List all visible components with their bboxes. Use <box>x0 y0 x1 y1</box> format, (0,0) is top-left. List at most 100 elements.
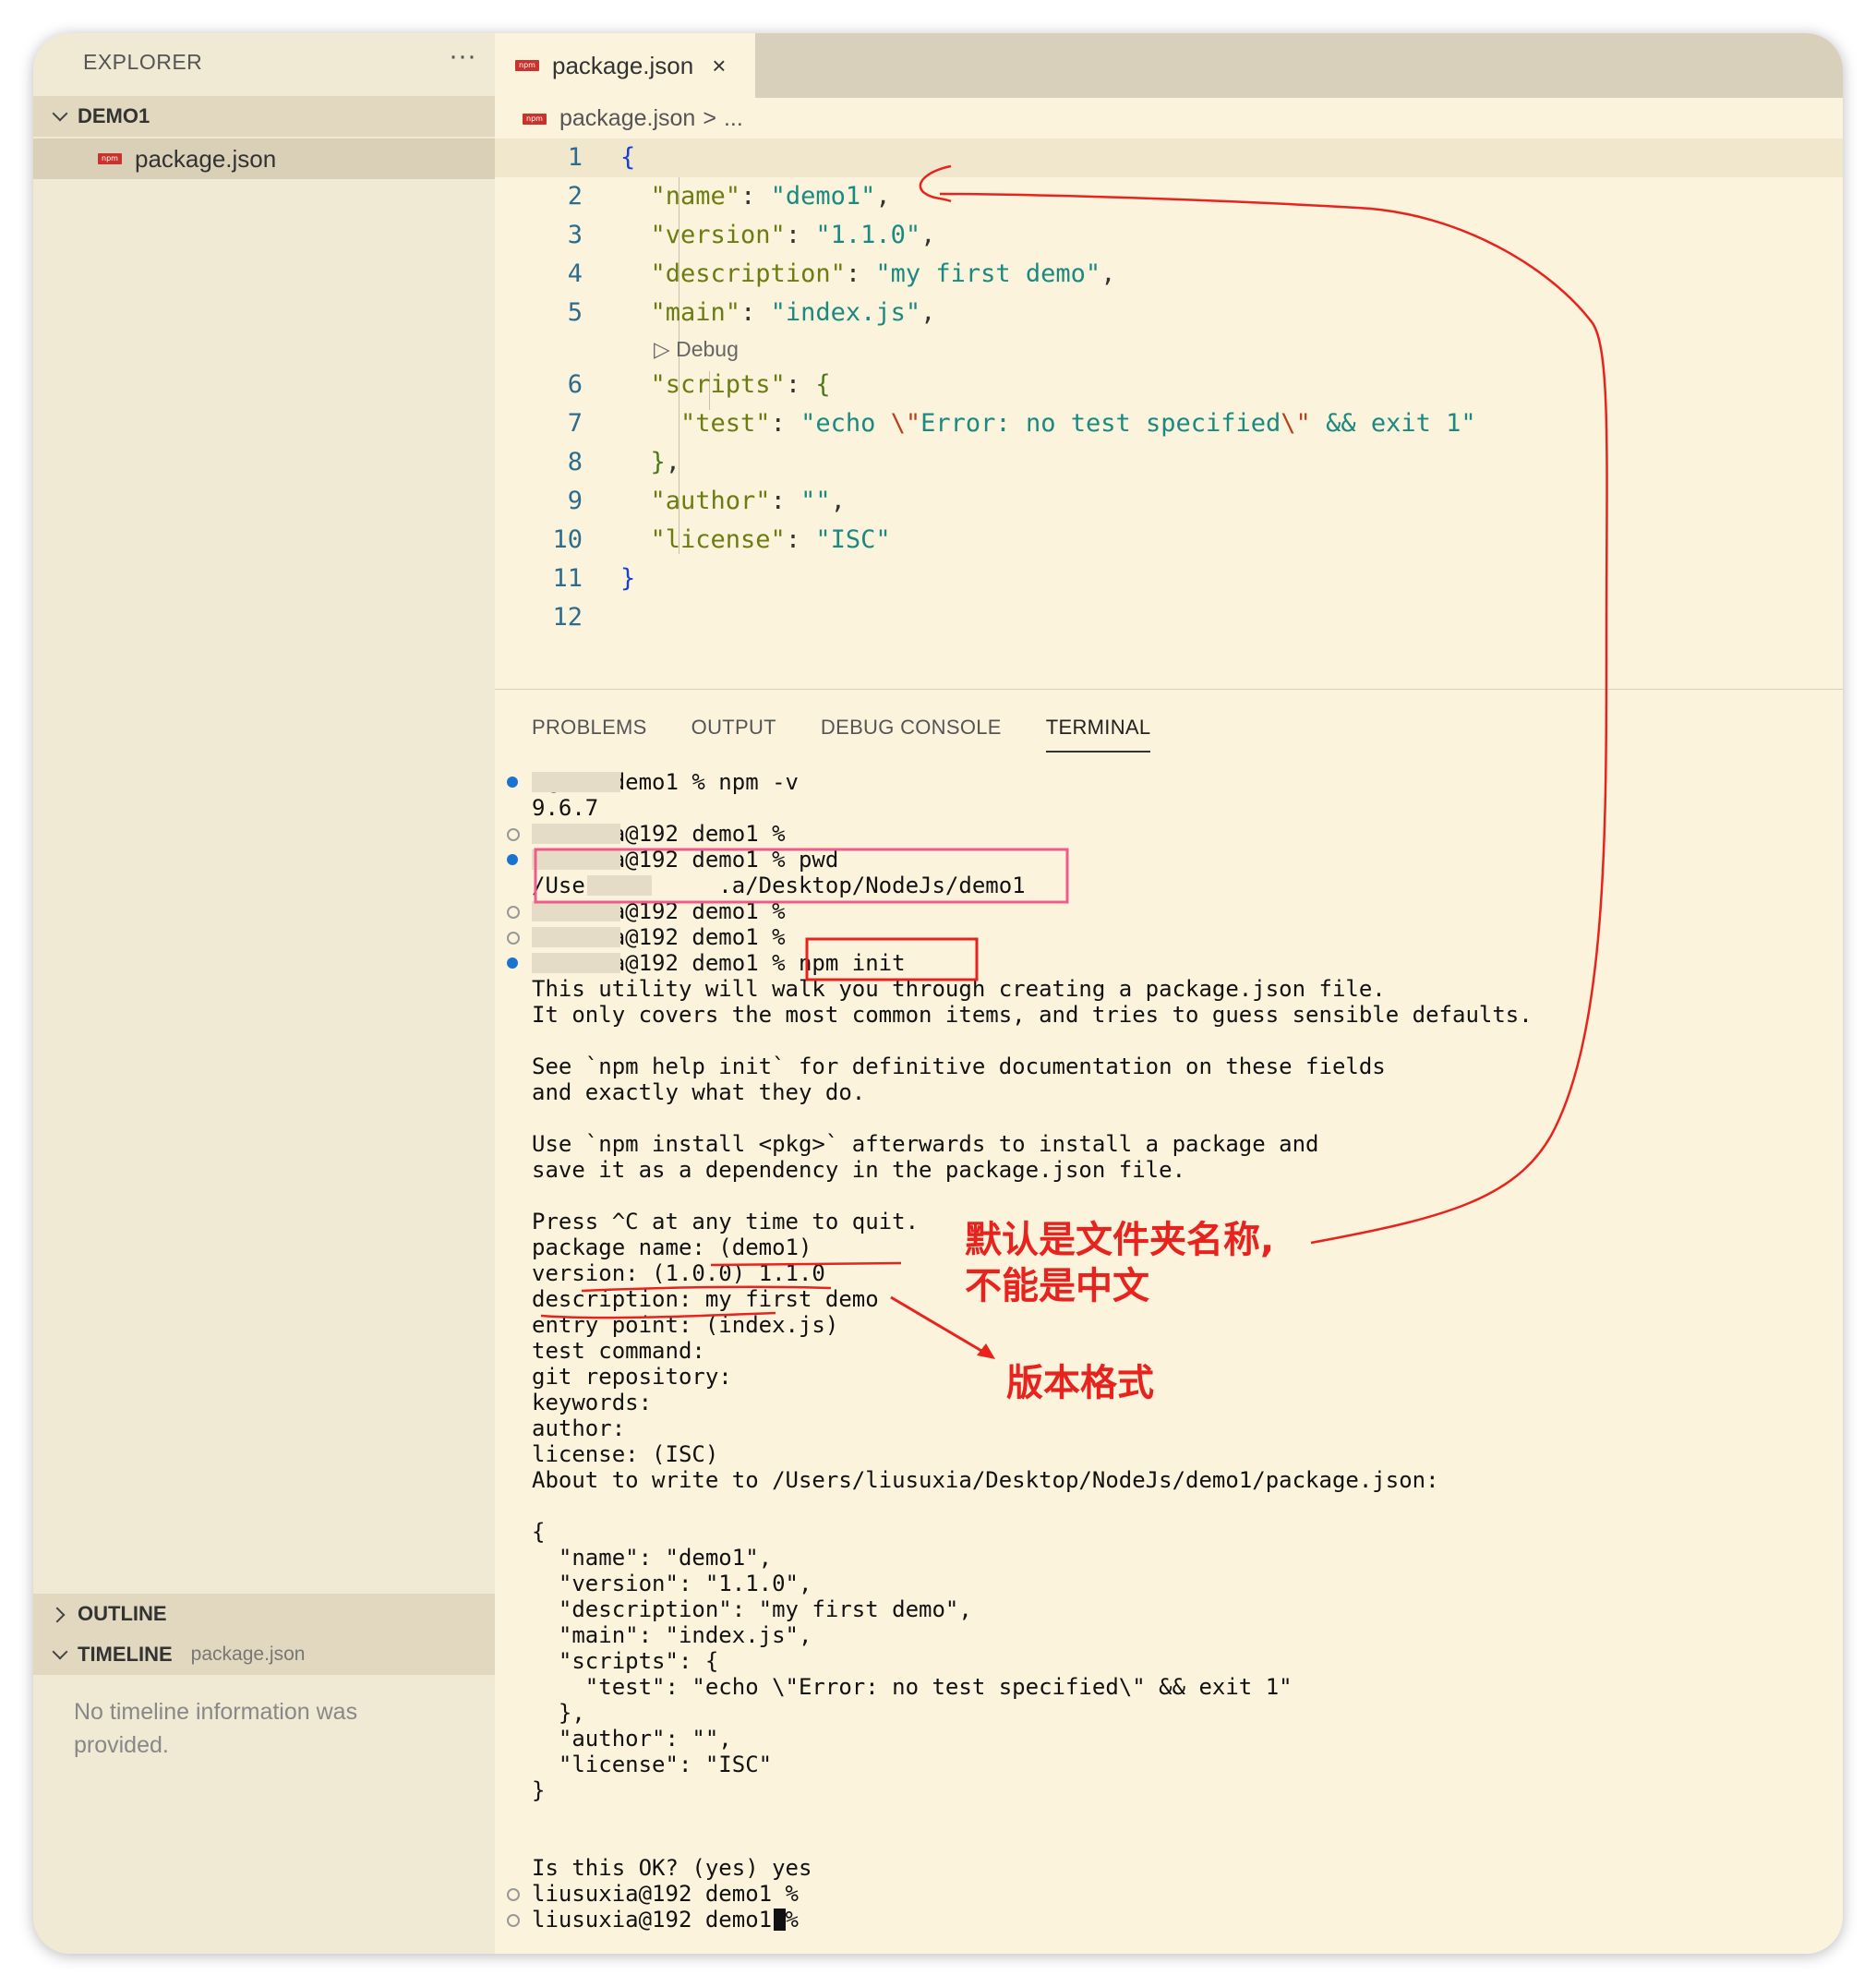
timeline-empty-message: No timeline information was provided. <box>74 1699 358 1758</box>
redaction-mask <box>532 849 620 870</box>
terminal-line: liusuxia@192 demo1 % <box>495 1881 1843 1907</box>
code-editor[interactable]: 1{ 2 "name": "demo1", 3 "version": "1.1.… <box>495 138 1843 637</box>
terminal-line-text: "name": "demo1", <box>532 1545 773 1571</box>
code-line: 5 "main": "index.js", <box>567 298 936 327</box>
terminal-line: license: (ISC) <box>495 1441 1843 1467</box>
terminal-line: test command: <box>495 1338 1843 1364</box>
terminal-line-text: author: <box>532 1415 626 1441</box>
command-status-icon[interactable] <box>507 1914 520 1927</box>
code-line: 8 }, <box>567 448 681 476</box>
terminal-cursor <box>774 1909 786 1931</box>
file-item-package-json[interactable]: npm package.json <box>33 138 495 179</box>
terminal-line: Use `npm install <pkg>` afterwards to in… <box>495 1131 1843 1157</box>
tab-debug-console[interactable]: DEBUG CONSOLE <box>821 716 1002 753</box>
terminal-line-text: { <box>532 1519 546 1545</box>
terminal-line: About to write to /Users/liusuxia/Deskto… <box>495 1467 1843 1493</box>
chevron-right-icon <box>52 1606 68 1622</box>
breadcrumb-separator-icon: > <box>703 105 716 131</box>
terminal-line: } <box>495 1777 1843 1803</box>
terminal-line-text: Press ^C at any time to quit. <box>532 1209 920 1234</box>
code-line: 1{ <box>495 138 1843 177</box>
terminal-line: git repository: <box>495 1364 1843 1390</box>
timeline-section[interactable]: TIMELINE package.json <box>33 1634 495 1675</box>
terminal-line: l a@192 demo1 % pwd <box>495 847 1843 873</box>
terminal-line-text: git repository: <box>532 1364 732 1390</box>
redaction-mask <box>532 824 620 844</box>
terminal-line-text: See `npm help init` for definitive docum… <box>532 1054 1386 1079</box>
folder-demo1[interactable]: DEMO1 <box>33 96 495 137</box>
terminal-line-text: "main": "index.js", <box>532 1622 812 1648</box>
command-status-icon[interactable] <box>507 777 518 788</box>
editor-tabbar: npm package.json × <box>495 33 1843 98</box>
vscode-window: EXPLORER ··· DEMO1 npm package.json OUTL… <box>33 33 1843 1954</box>
code-line: 10 "license": "ISC" <box>552 525 891 554</box>
timeline-file: package.json <box>190 1644 306 1665</box>
debug-label[interactable]: Debug <box>676 337 739 361</box>
terminal-line: See `npm help init` for definitive docum… <box>495 1054 1843 1079</box>
terminal-line-text: liusuxia@192 demo1 % <box>532 1907 812 1933</box>
redaction-mask <box>587 875 652 896</box>
terminal-line: entry point: (index.js) <box>495 1312 1843 1338</box>
code-line: 4 "description": "my first demo", <box>567 259 1116 288</box>
command-status-icon[interactable] <box>507 906 520 919</box>
chevron-down-icon <box>52 108 68 125</box>
more-actions-icon[interactable]: ··· <box>449 41 476 72</box>
terminal-line-text: }, <box>532 1700 585 1726</box>
terminal-line: "name": "demo1", <box>495 1545 1843 1571</box>
terminal-line-text: About to write to /Users/liusuxia/Deskto… <box>532 1467 1439 1493</box>
npm-file-icon: npm <box>523 113 547 125</box>
terminal-line-text: test command: <box>532 1338 705 1364</box>
terminal-line-text: package name: (demo1) <box>532 1234 812 1260</box>
explorer-title: EXPLORER <box>83 50 203 74</box>
terminal-line: Is this OK? (yes) yes <box>495 1855 1843 1881</box>
terminal-line: l' a@192 demo1 % <box>495 821 1843 847</box>
terminal-line: "version": "1.1.0", <box>495 1571 1843 1596</box>
terminal-line-text: } <box>532 1777 546 1803</box>
terminal-line-text: liusuxia@192 demo1 % <box>532 1881 799 1907</box>
bottom-panel: PROBLEMS OUTPUT DEBUG CONSOLE TERMINAL a… <box>495 689 1843 1954</box>
panel-tabs: PROBLEMS OUTPUT DEBUG CONSOLE TERMINAL <box>532 716 1151 753</box>
tab-output[interactable]: OUTPUT <box>691 716 776 753</box>
breadcrumb: npm package.json > ... <box>523 105 743 132</box>
command-status-icon[interactable] <box>507 932 520 945</box>
close-icon[interactable]: × <box>712 52 726 80</box>
terminal-line: liusuxia@192 demo1 % <box>495 1907 1843 1933</box>
tab-problems[interactable]: PROBLEMS <box>532 716 647 753</box>
tab-label: package.json <box>552 51 694 79</box>
terminal-line-text: and exactly what they do. <box>532 1079 866 1105</box>
terminal-line-text: entry point: (index.js) <box>532 1312 839 1338</box>
terminal-output[interactable]: a@192 demo1 % npm -v 9.6.7 l' a@192 demo1 … <box>495 769 1843 1933</box>
tab-package-json[interactable]: npm package.json × <box>495 33 755 98</box>
terminal-line: { <box>495 1519 1843 1545</box>
code-line: 12 <box>552 603 583 632</box>
debug-codelens[interactable]: ▷ Debug <box>495 332 1843 366</box>
breadcrumb-file[interactable]: package.json <box>559 105 695 132</box>
terminal-line-text: license: (ISC) <box>532 1441 719 1467</box>
terminal-line: 9.6.7 <box>495 795 1843 821</box>
code-line: 7 "test": "echo \"Error: no test specifi… <box>567 409 1476 438</box>
redaction-mask <box>532 953 620 973</box>
outline-section[interactable]: OUTLINE <box>33 1594 495 1634</box>
redaction-mask <box>532 901 620 921</box>
timeline-label: TIMELINE <box>78 1643 173 1666</box>
command-status-icon[interactable] <box>507 854 518 865</box>
terminal-line-text: Is this OK? (yes) yes <box>532 1855 812 1881</box>
terminal-line: It only covers the most common items, an… <box>495 1002 1843 1028</box>
command-status-icon[interactable] <box>507 1888 520 1901</box>
command-status-icon[interactable] <box>507 828 520 841</box>
terminal-line: "author": "", <box>495 1726 1843 1752</box>
terminal-line-text: save it as a dependency in the package.j… <box>532 1157 1186 1183</box>
terminal-line-text: "scripts": { <box>532 1648 719 1674</box>
outline-label: OUTLINE <box>78 1602 167 1625</box>
folder-label: DEMO1 <box>78 104 150 127</box>
terminal-line: a@192 demo1 % npm -v <box>495 769 1843 795</box>
terminal-line-text: "version": "1.1.0", <box>532 1571 812 1596</box>
command-status-icon[interactable] <box>507 957 518 969</box>
tab-terminal[interactable]: TERMINAL <box>1045 716 1151 753</box>
breadcrumb-more[interactable]: ... <box>724 105 743 132</box>
terminal-line: "main": "index.js", <box>495 1622 1843 1648</box>
annotation-note-default-name: 默认是文件夹名称, 不能是中文 <box>965 1219 1275 1307</box>
